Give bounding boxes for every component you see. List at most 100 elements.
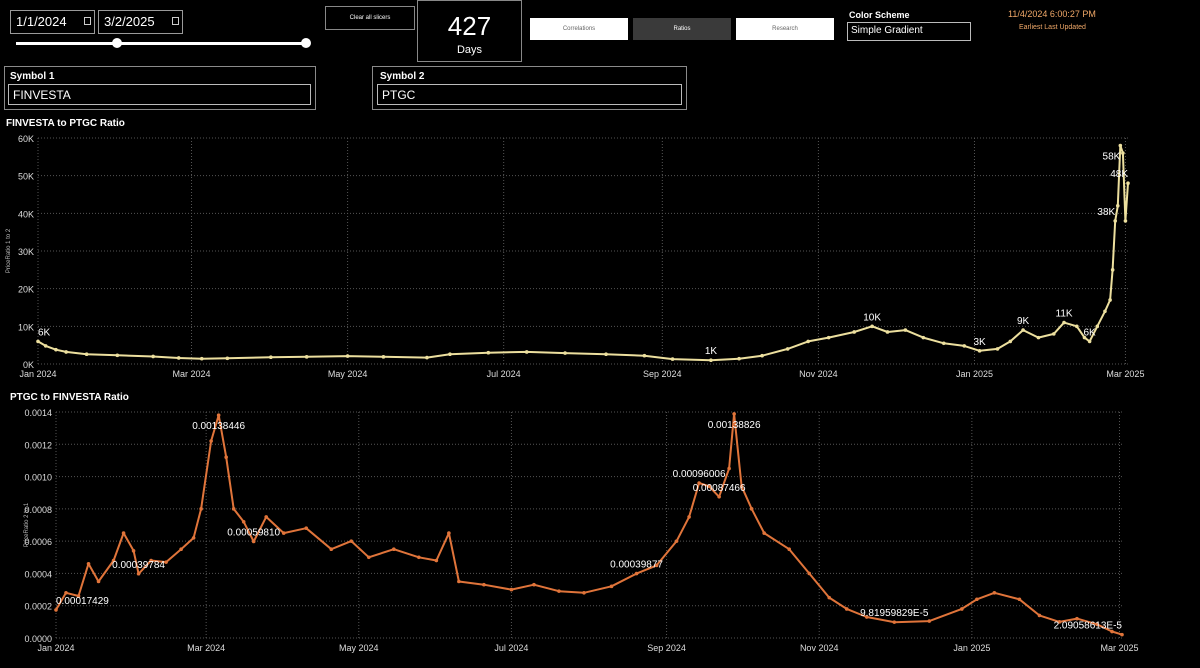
data-point [216,413,221,418]
data-point [1008,339,1013,344]
date-range-slider-track[interactable] [16,42,308,45]
data-point [1121,151,1125,155]
data-point [995,347,1000,351]
data-point [807,571,812,576]
data-point [251,539,256,544]
data-label: 0.00138826 [708,420,761,431]
data-point [1123,219,1128,223]
data-point [231,507,236,511]
data-point [670,357,675,361]
data-point [732,412,736,416]
y-tick-label: 0.0004 [24,569,52,579]
x-tick-label: May 2024 [339,643,379,653]
chart2-title: PTGC to FINVESTA Ratio [10,392,129,403]
data-point [86,561,91,566]
tab-correlations[interactable]: Correlations [530,18,628,40]
data-point [191,536,196,540]
tab-research[interactable]: Research [736,18,834,40]
data-label: 0.00039877 [610,560,663,571]
data-point [121,531,126,535]
days-card: 427 Days [417,0,522,62]
data-label: 9K [1017,316,1030,327]
data-point [304,526,309,531]
date-range-slider-start-handle[interactable] [112,38,122,48]
data-point [727,466,731,471]
date-range-slider-end-handle[interactable] [301,38,311,48]
data-point [903,328,908,332]
data-point [54,608,58,612]
data-point [199,507,203,511]
days-label: Days [456,44,483,56]
data-point [1021,328,1025,332]
data-point [921,335,926,340]
x-tick-label: Sep 2024 [647,643,686,653]
color-scheme-dropdown[interactable]: Simple Gradient [847,22,971,41]
data-point [1103,309,1107,314]
data-point [582,591,586,595]
data-label: 38K [1097,207,1115,218]
data-point [1017,597,1022,602]
data-point [717,495,721,499]
data-point [457,579,461,584]
data-point [381,355,386,359]
symbol2-dropdown[interactable]: PTGC [377,84,682,105]
data-point [225,356,230,361]
data-point [36,339,40,344]
clear-all-slicers-button[interactable]: Clear all slicers [325,6,415,30]
y-tick-label: 0.0002 [24,602,52,612]
end-date-input[interactable]: 3/2/2025 [98,10,183,34]
data-point [366,555,371,560]
data-point [1126,181,1130,185]
x-tick-label: Jan 2024 [37,643,74,653]
data-point [1113,219,1118,223]
calendar-icon[interactable] [84,17,91,25]
data-point [941,341,946,346]
data-point [425,355,429,360]
data-point [1051,332,1056,336]
data-point [509,587,514,592]
data-point [1108,298,1112,302]
data-point [787,547,791,552]
symbol1-dropdown[interactable]: FINVESTA [8,84,311,105]
data-point [609,584,614,589]
data-label: 0.00087466 [693,483,746,494]
data-point [84,352,89,357]
data-point [1115,204,1120,208]
data-point [737,356,741,361]
data-label: 11K [1056,309,1073,320]
data-point [709,358,713,363]
data-point [762,531,766,535]
x-tick-label: Jul 2024 [494,643,528,653]
data-point [209,439,213,443]
chart1-svg: 0K10K20K30K40K50K60KJan 2024 Mar 2024 May … [6,134,1144,379]
tab-ratios[interactable]: Ratios [633,18,731,40]
data-point [349,539,354,543]
calendar-icon[interactable] [172,17,179,25]
data-point [844,607,849,611]
data-point [131,549,136,553]
series-line [55,412,1123,636]
data-point [417,555,421,560]
data-point [241,519,246,524]
data-label: 1K [705,346,718,357]
days-value: 427 [447,11,492,41]
data-point [1062,320,1066,325]
data-point [885,330,890,334]
data-point [345,354,350,358]
end-date-value: 3/2/2025 [104,14,155,29]
x-tick-label: Mar 2024 [187,643,225,653]
start-date-value: 1/1/2024 [16,14,67,29]
start-date-input[interactable]: 1/1/2024 [10,10,95,34]
y-tick-label: 60K [18,134,34,144]
data-point [224,455,228,459]
data-point [687,515,691,519]
data-point [1110,268,1115,272]
data-point [674,539,679,543]
data-point [852,330,857,334]
data-point [115,353,120,358]
data-point [43,344,48,348]
data-point [524,350,529,354]
data-label: 6K [38,327,51,338]
data-point [962,344,967,348]
data-point [151,354,155,359]
